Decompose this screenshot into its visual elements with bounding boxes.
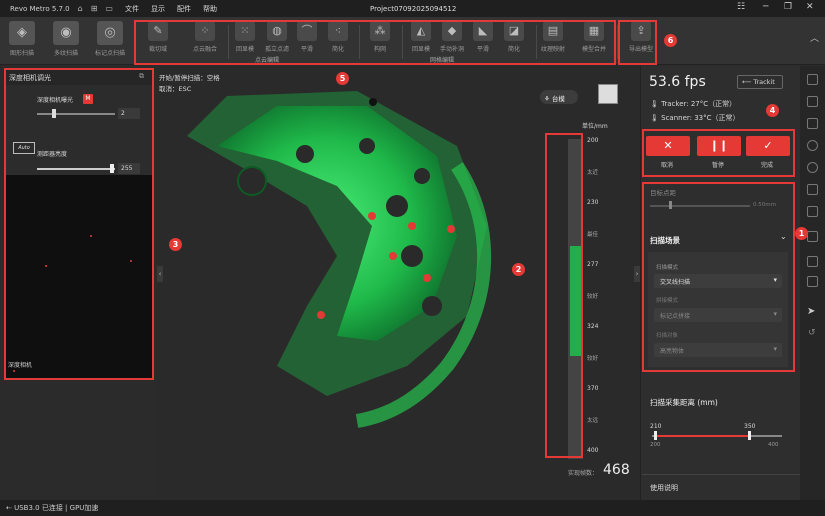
scale-tick: 200 xyxy=(587,137,599,144)
fixed-scan-icon: ◈ xyxy=(9,21,35,45)
marker-scan-icon: ◎ xyxy=(97,21,123,45)
scanner-temp-text: Scanner: 33°C（正常） xyxy=(661,114,740,122)
measure-icon[interactable] xyxy=(807,74,818,85)
marker-5: 5 xyxy=(336,72,349,85)
app-title: Revo Metro 5.7.0 xyxy=(10,4,70,13)
menu-help[interactable]: 帮助 xyxy=(203,4,217,14)
distance-high-value: 350 xyxy=(744,423,756,430)
back-arrow-icon: ⟵ xyxy=(742,78,752,86)
menu-view[interactable]: 显示 xyxy=(151,4,165,14)
marker-1: 1 xyxy=(795,227,808,240)
fixed-scan-label: 图形扫描 xyxy=(9,50,34,57)
restore-icon[interactable]: ❐ xyxy=(784,2,792,12)
scale-tick: 277 xyxy=(587,261,599,268)
distance-high-thumb[interactable] xyxy=(748,431,751,440)
distance-title: 扫描采集距离 (mm) xyxy=(650,398,718,407)
distance-low-thumb[interactable] xyxy=(654,431,657,440)
highlight-box-2 xyxy=(545,133,583,458)
distance-max: 400 xyxy=(768,442,779,448)
view-mode-label: 台模 xyxy=(551,95,565,103)
cursor-icon[interactable]: ➤ xyxy=(807,306,815,317)
sample-icon[interactable] xyxy=(807,276,818,287)
scale-tick: 230 xyxy=(587,199,599,206)
side-icon-strip: ➤ ↺ xyxy=(800,66,825,500)
scale-zone-too-close: 太近 xyxy=(587,170,599,176)
lasso-icon[interactable] xyxy=(807,256,818,267)
trackit-label: Trackit xyxy=(753,78,775,86)
tracker-temp-text: Tracker: 27°C（正常） xyxy=(661,100,737,108)
triangle-icon[interactable] xyxy=(807,184,818,195)
settings-icon[interactable]: ☷ xyxy=(737,2,745,12)
divider xyxy=(642,474,800,475)
marker-scan-label: 标记点扫描 xyxy=(94,50,125,57)
folder-icon[interactable]: ▭ xyxy=(105,4,113,13)
scale-tick: 370 xyxy=(587,385,599,392)
trackit-button[interactable]: ⟵ Trackit xyxy=(737,75,783,89)
distance-range-fill xyxy=(655,435,749,437)
usage-tips-link[interactable]: 使用说明 xyxy=(650,483,678,493)
highlight-box-4 xyxy=(642,129,795,177)
new-file-icon[interactable]: ⊞ xyxy=(91,4,98,13)
fps-readout: 53.6 fps xyxy=(649,74,706,90)
collapse-left-icon[interactable]: ‹ xyxy=(157,266,163,282)
fixed-scan-button[interactable]: ◈ 图形扫描 xyxy=(2,21,42,57)
thermometer-icon: 🌡 xyxy=(650,100,659,108)
highlight-box-1 xyxy=(642,182,795,372)
marker-2: 2 xyxy=(512,263,525,276)
scanner-temperature: 🌡 Scanner: 33°C（正常） xyxy=(650,113,740,123)
close-icon[interactable]: ✕ xyxy=(806,2,814,12)
rotate-icon[interactable]: ↺ xyxy=(808,328,816,338)
orientation-cube[interactable] xyxy=(598,84,618,104)
usb-icon: ⇠ xyxy=(6,504,12,512)
view-mode-icon: ⚘ xyxy=(544,95,550,103)
points-value: 468 xyxy=(603,462,630,478)
scale-zone-good-2: 较好 xyxy=(587,356,599,362)
highlight-box-3 xyxy=(4,68,154,380)
scale-tick: 400 xyxy=(587,447,599,454)
title-bar: Revo Metro 5.7.0 ⌂ ⊞ ▭ 文件 显示 配件 帮助 Proje… xyxy=(0,0,825,17)
thermometer-icon: 🌡 xyxy=(650,114,659,122)
note-icon[interactable] xyxy=(807,118,818,129)
tracker-temperature: 🌡 Tracker: 27°C（正常） xyxy=(650,99,736,109)
highlight-box-5 xyxy=(134,20,616,65)
multi-scan-label: 多纹扫描 xyxy=(53,50,78,57)
connection-status: USB3.0 已连接 | GPU加速 xyxy=(14,504,99,512)
menu-accessories[interactable]: 配件 xyxy=(177,4,191,14)
distance-low-value: 210 xyxy=(650,423,662,430)
multi-scan-icon: ◉ xyxy=(53,21,79,45)
collapse-toolbar-icon[interactable]: ︿ xyxy=(810,31,819,44)
points-label: 实现帧数： xyxy=(568,470,599,477)
status-bar: ⇠ USB3.0 已连接 | GPU加速 xyxy=(0,500,825,516)
home-icon[interactable]: ⌂ xyxy=(78,4,83,13)
distance-min: 200 xyxy=(650,442,661,448)
highlight-box-6 xyxy=(618,20,657,65)
edit-icon[interactable] xyxy=(807,206,818,217)
marker-3: 3 xyxy=(169,238,182,251)
menu-file[interactable]: 文件 xyxy=(125,4,139,14)
scale-zone-good: 较好 xyxy=(587,294,599,300)
multi-scan-button[interactable]: ◉ 多纹扫描 xyxy=(46,21,86,57)
brush-icon[interactable] xyxy=(807,231,818,242)
unit-label: 单位/mm xyxy=(582,123,608,130)
minimize-icon[interactable]: ─ xyxy=(763,2,768,12)
scale-zone-best: 最佳 xyxy=(587,232,599,238)
scale-zone-too-far: 太远 xyxy=(587,418,599,424)
target-icon[interactable] xyxy=(807,140,818,151)
project-name: Project07092025094512 xyxy=(370,4,457,13)
layer-icon[interactable] xyxy=(807,96,818,107)
marker-scan-button[interactable]: ◎ 标记点扫描 xyxy=(90,21,130,57)
marker-4: 4 xyxy=(766,104,779,117)
marker-6: 6 xyxy=(664,34,677,47)
sphere-icon[interactable] xyxy=(807,162,818,173)
view-mode-button[interactable]: ⚘ 台模 xyxy=(540,90,578,104)
scale-tick: 324 xyxy=(587,323,599,330)
